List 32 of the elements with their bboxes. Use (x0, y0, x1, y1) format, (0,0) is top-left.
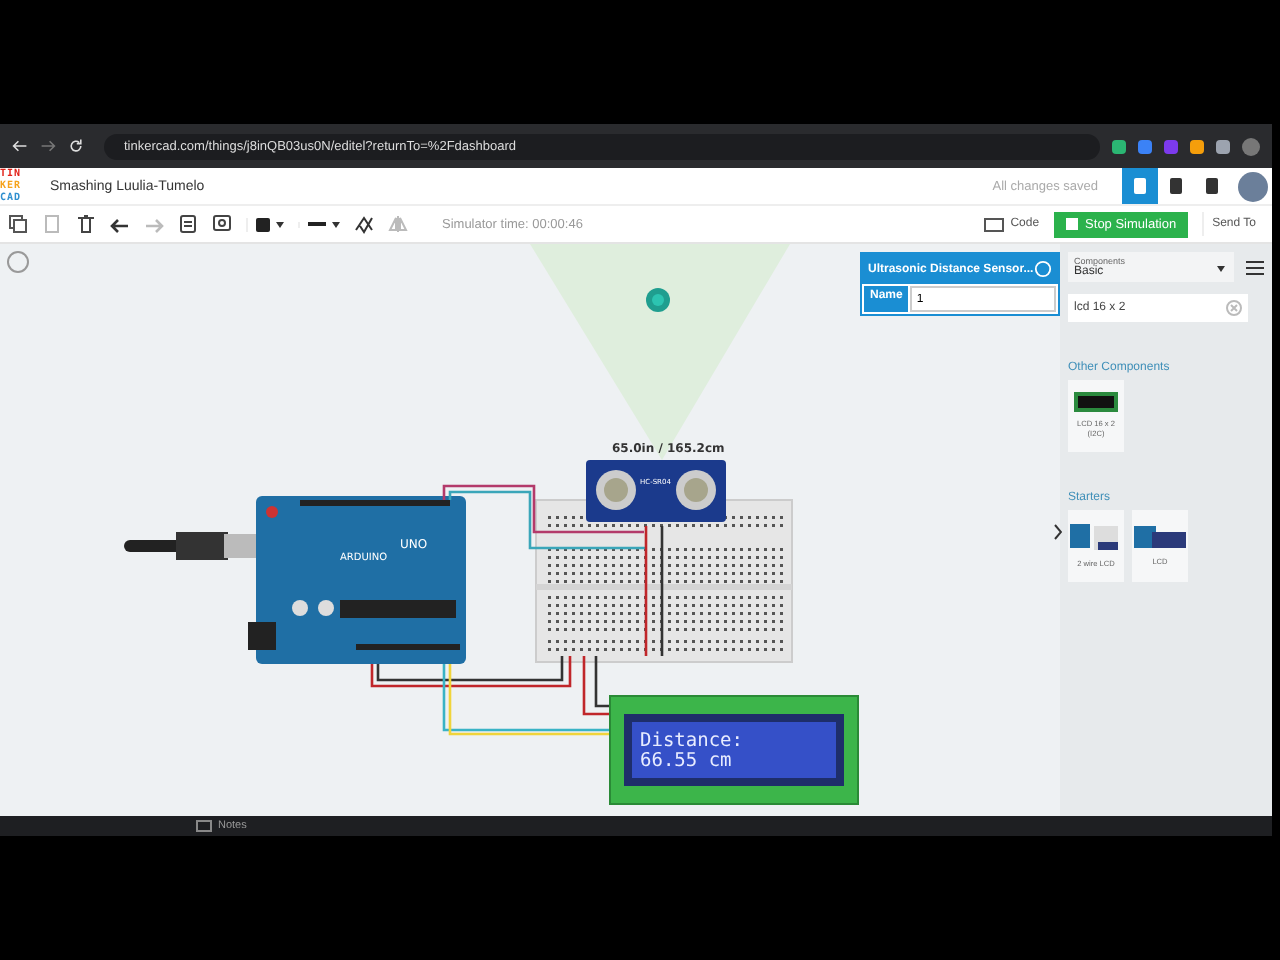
profile-avatar-icon[interactable] (1242, 137, 1260, 155)
reload-icon[interactable] (68, 138, 84, 154)
lcd-text-line: 66.55 cm (640, 750, 732, 772)
caret-icon (276, 221, 284, 227)
back-icon[interactable] (12, 138, 28, 154)
color-picker-button[interactable] (246, 217, 284, 231)
lcd-text-line: Distance: (640, 730, 743, 752)
delete-icon[interactable] (76, 214, 96, 234)
circuit-drawing (1070, 523, 1122, 552)
help-icon[interactable] (1034, 260, 1052, 278)
wire-tool-icon[interactable] (354, 214, 374, 234)
breadboard[interactable] (535, 499, 793, 663)
forward-icon[interactable] (40, 138, 56, 154)
copy-icon[interactable] (8, 214, 28, 234)
user-avatar-icon[interactable] (1238, 171, 1268, 201)
notes-toggle-icon[interactable] (212, 214, 232, 234)
circuit-drawing (1134, 525, 1186, 550)
undo-icon[interactable] (110, 214, 130, 234)
target-object-icon[interactable] (646, 288, 670, 312)
caret-icon (332, 221, 340, 227)
arduino-board[interactable] (248, 496, 466, 664)
note-icon[interactable] (178, 214, 198, 234)
lcd-module-icon (1074, 392, 1118, 413)
code-icon (984, 217, 1005, 231)
caret-icon (1216, 266, 1226, 272)
notes-icon[interactable] (196, 820, 212, 832)
list-view-icon[interactable] (1246, 259, 1264, 275)
usb-cable (124, 532, 260, 560)
lcd-display[interactable] (609, 695, 859, 805)
collapse-panel-icon[interactable] (1054, 524, 1062, 540)
line-style-button[interactable] (298, 221, 340, 227)
view-toggle-button[interactable] (1122, 168, 1158, 204)
